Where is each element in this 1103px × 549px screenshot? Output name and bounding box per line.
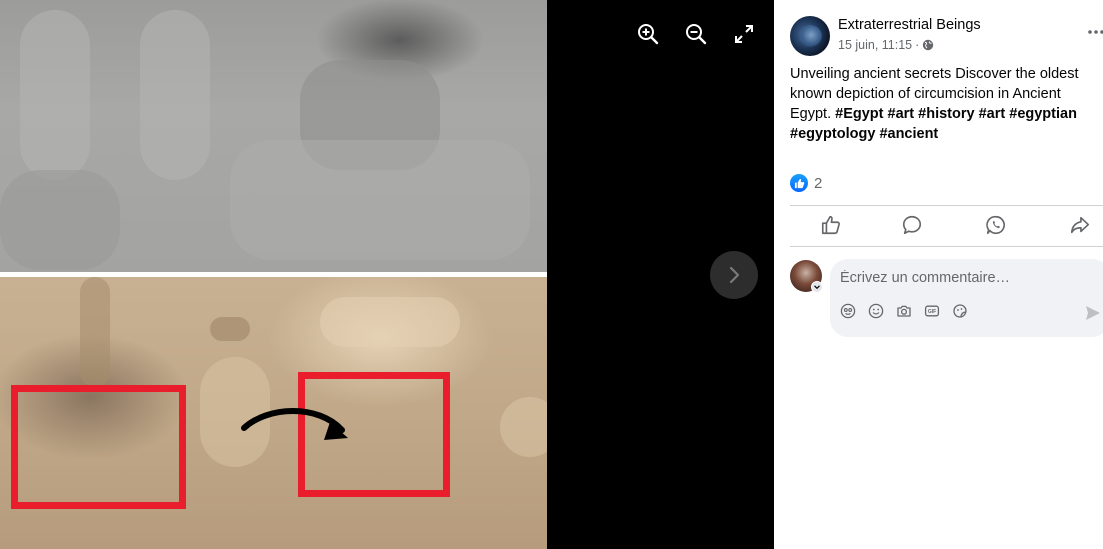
sticker-icon[interactable]: [952, 303, 968, 319]
avatar-sticker-icon[interactable]: [840, 303, 856, 319]
hashtag-link[interactable]: #Egypt: [835, 106, 883, 122]
chevron-right-icon: [729, 266, 740, 284]
next-photo-button[interactable]: [710, 251, 758, 299]
reaction-count: 2: [814, 174, 823, 192]
hashtag-link[interactable]: #art: [888, 106, 915, 122]
avatar-chevron-icon[interactable]: [811, 281, 823, 293]
comment-composer: GIF: [830, 259, 1103, 337]
more-options-icon[interactable]: [1086, 22, 1103, 42]
hashtag-link[interactable]: #ancient: [879, 126, 938, 142]
send-icon[interactable]: [1084, 304, 1102, 322]
post-meta: 15 juin, 11:15 ·: [838, 38, 934, 52]
page-name[interactable]: Extraterrestrial Beings: [838, 17, 981, 33]
hashtag-link[interactable]: #history: [918, 106, 974, 122]
zoom-out-button[interactable]: [684, 22, 708, 46]
thumbs-up-icon: [821, 215, 840, 235]
share-arrow-icon: [1070, 216, 1090, 234]
zoom-in-button[interactable]: [636, 22, 660, 46]
post-panel: Extraterrestrial Beings 15 juin, 11:15 ·…: [774, 0, 1103, 549]
hashtag-link[interactable]: #egyptian: [1009, 106, 1077, 122]
reaction-summary[interactable]: 2: [790, 174, 822, 192]
divider-bottom: [790, 246, 1103, 247]
fullscreen-icon: [735, 25, 753, 43]
emoji-icon[interactable]: [868, 303, 884, 319]
fullscreen-button[interactable]: [732, 22, 756, 46]
whatsapp-share-button[interactable]: [985, 214, 1009, 238]
svg-text:GIF: GIF: [928, 309, 936, 315]
camera-icon[interactable]: [896, 303, 912, 319]
gif-icon[interactable]: GIF: [924, 303, 940, 319]
hashtag-link[interactable]: #art: [979, 106, 1006, 122]
whatsapp-icon: [986, 215, 1005, 235]
comment-bubble-icon: [902, 215, 922, 235]
zoom-in-icon: [638, 24, 659, 45]
zoom-out-icon: [686, 24, 707, 45]
globe-icon: [923, 39, 934, 51]
share-button[interactable]: [1069, 214, 1093, 238]
photo-viewer: [0, 0, 774, 549]
post-photo[interactable]: [0, 0, 547, 549]
like-reaction-icon: [790, 174, 808, 192]
photo-post-viewer: Extraterrestrial Beings 15 juin, 11:15 ·…: [0, 0, 1103, 549]
post-timestamp[interactable]: 15 juin, 11:15: [838, 38, 912, 52]
page-avatar[interactable]: [790, 16, 830, 56]
hashtag-link[interactable]: #egyptology: [790, 126, 875, 142]
post-text: Unveiling ancient secrets Discover the o…: [790, 64, 1095, 144]
comment-button[interactable]: [901, 214, 925, 238]
photo-top-panel: [0, 0, 547, 272]
post-actions: [790, 206, 1103, 246]
like-button[interactable]: [820, 214, 844, 238]
curved-arrow-icon: [241, 408, 348, 440]
comment-input[interactable]: [840, 267, 1090, 289]
comment-tools: GIF: [840, 303, 968, 319]
highlight-box-left: [11, 385, 186, 509]
meta-separator: ·: [915, 38, 920, 52]
